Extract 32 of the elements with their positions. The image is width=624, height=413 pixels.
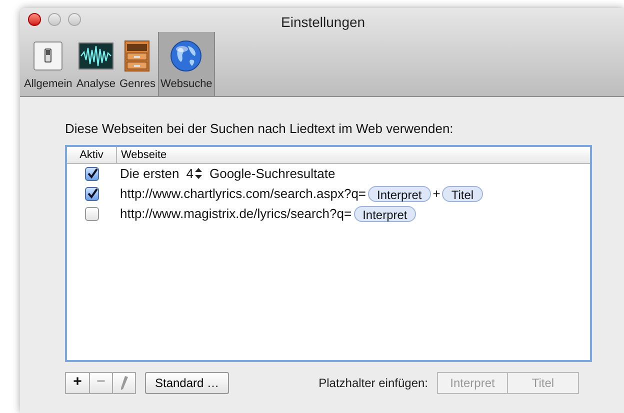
toolbar-tab[interactable]: Genres (117, 32, 158, 96)
placeholder-token[interactable]: Titel (442, 186, 483, 202)
add-button[interactable]: + (66, 372, 89, 392)
window-title: Einstellungen (281, 13, 366, 32)
toolbar-tab[interactable]: Websuche (158, 32, 216, 96)
globe-icon (170, 40, 202, 72)
url-text: + (432, 184, 440, 203)
stepper-icon[interactable] (195, 168, 202, 179)
placeholder-token[interactable]: Interpret (354, 206, 416, 222)
url-text: http://www.magistrix.de/lyrics/search?q= (120, 204, 352, 223)
toolbar-tab[interactable]: Analyse (74, 32, 118, 96)
checkbox[interactable] (85, 206, 99, 220)
standard-button[interactable]: Standard … (145, 372, 230, 394)
switch-icon (32, 40, 64, 72)
checkbox[interactable] (85, 186, 99, 200)
checkmark-icon (86, 168, 98, 179)
close-button[interactable] (28, 13, 41, 26)
number-value: 4 (186, 164, 194, 183)
column-header[interactable]: Webseite (117, 146, 590, 162)
drawers-icon (124, 40, 150, 72)
checkbox[interactable] (85, 166, 99, 180)
pencil-icon (120, 376, 128, 390)
placeholder-token[interactable]: Interpret (368, 186, 431, 202)
column-header[interactable]: Aktiv (67, 146, 117, 162)
instruction-text: Diese Webseiten bei der Suchen nach Liedtext im Web verwenden: (65, 120, 454, 138)
url-text: http://www.chartlyrics.com/search.aspx?q= (120, 184, 366, 203)
toolbar-tab[interactable]: Allgemein (22, 32, 74, 96)
url-text: Die ersten (120, 164, 180, 183)
url-text: Google-Suchresultate (209, 164, 336, 183)
waveform-icon (78, 42, 114, 70)
checkmark-icon (86, 188, 98, 199)
placeholder-label: Platzhalter einfügen: (318, 374, 428, 392)
